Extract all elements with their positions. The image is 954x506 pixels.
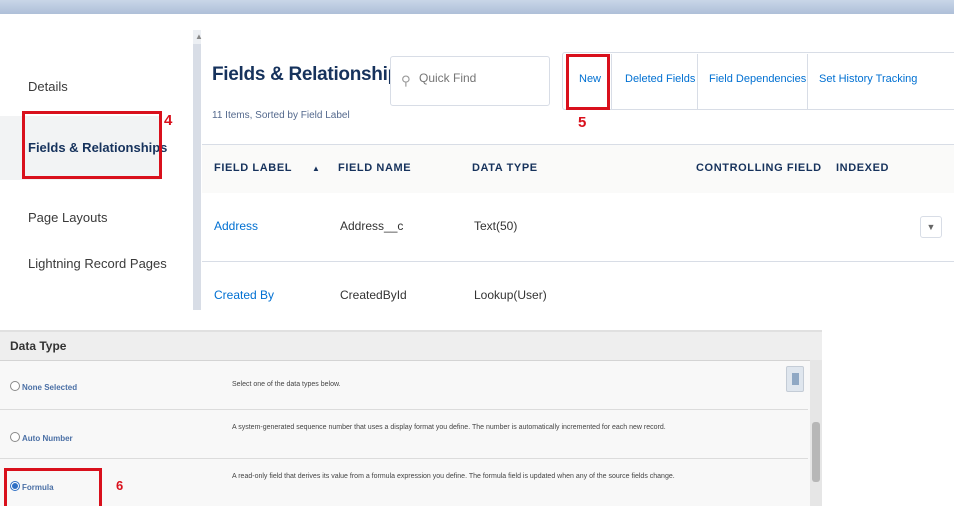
- column-header-indexed[interactable]: INDEXED: [836, 162, 889, 174]
- sidebar-item-page-layouts[interactable]: Page Layouts: [28, 210, 108, 225]
- toolbar-divider: [697, 54, 698, 110]
- scrollbar-thumb[interactable]: [812, 422, 820, 482]
- data-type-option-none[interactable]: None Selected Select one of the data typ…: [0, 361, 808, 410]
- highlight-box-step5: [566, 54, 610, 110]
- data-type-panel: Data Type None Selected Select one of th…: [0, 330, 822, 506]
- column-header-controlling-field[interactable]: CONTROLLING FIELD: [696, 162, 822, 174]
- scroll-up-icon[interactable]: ▲: [195, 32, 203, 41]
- highlight-box-step6: [4, 468, 102, 506]
- deleted-fields-button[interactable]: Deleted Fields: [625, 73, 695, 85]
- option-description: A system-generated sequence number that …: [232, 424, 666, 431]
- sidebar-scrollbar[interactable]: [193, 30, 201, 310]
- data-type-option-auto-number[interactable]: Auto Number A system-generated sequence …: [0, 410, 808, 459]
- field-name-cell: Address__c: [340, 219, 404, 233]
- column-header-field-name[interactable]: FIELD NAME: [338, 162, 411, 174]
- search-icon: ⚲: [401, 73, 411, 88]
- data-type-cell: Text(50): [474, 219, 518, 233]
- option-description: A read-only field that derives its value…: [232, 473, 675, 480]
- option-description: Select one of the data types below.: [232, 381, 341, 388]
- option-none-selected[interactable]: None Selected: [10, 377, 77, 395]
- field-label-link[interactable]: Address: [214, 219, 258, 233]
- data-type-scrollbar[interactable]: [810, 360, 822, 506]
- data-type-title: Data Type: [10, 339, 67, 353]
- sort-ascending-icon[interactable]: ▲: [312, 164, 321, 173]
- data-type-header: Data Type: [0, 332, 822, 361]
- toolbar-divider: [807, 54, 808, 110]
- radio-none-selected[interactable]: [10, 381, 20, 391]
- row-actions-dropdown-icon[interactable]: ▼: [920, 216, 942, 238]
- fields-relationships-panel: Details Fields & Relationships Page Layo…: [0, 14, 954, 310]
- fields-toolbar: New Deleted Fields Field Dependencies Se…: [562, 52, 954, 110]
- toolbar-divider: [611, 54, 612, 110]
- page-title: Fields & Relationships: [212, 64, 410, 85]
- field-dependencies-button[interactable]: Field Dependencies: [709, 73, 806, 85]
- column-header-field-label[interactable]: FIELD LABEL: [214, 162, 292, 174]
- set-history-tracking-button[interactable]: Set History Tracking: [819, 73, 917, 85]
- window-top-strip: [0, 0, 954, 14]
- fields-table-header: FIELD LABEL ▲ FIELD NAME DATA TYPE CONTR…: [202, 144, 954, 194]
- quick-find-input[interactable]: [417, 70, 546, 86]
- quick-find-search[interactable]: ⚲: [390, 56, 550, 106]
- help-side-tab[interactable]: [786, 366, 804, 392]
- sidebar-item-lightning-record-pages[interactable]: Lightning Record Pages: [28, 256, 167, 271]
- items-count-subtitle: 11 Items, Sorted by Field Label: [212, 110, 350, 121]
- sidebar-item-details[interactable]: Details: [28, 79, 68, 94]
- field-label-link[interactable]: Created By: [214, 288, 274, 302]
- highlight-box-step4: [22, 111, 162, 179]
- column-header-data-type[interactable]: DATA TYPE: [472, 162, 538, 174]
- field-name-cell: CreatedById: [340, 288, 407, 302]
- step-number-4: 4: [164, 112, 173, 129]
- option-auto-number[interactable]: Auto Number: [10, 428, 73, 446]
- step-number-5: 5: [578, 114, 587, 131]
- option-label: None Selected: [22, 383, 78, 392]
- table-row: Address Address__c Text(50) ▼: [202, 193, 954, 262]
- table-row: Created By CreatedById Lookup(User): [202, 262, 954, 310]
- data-type-cell: Lookup(User): [474, 288, 547, 302]
- option-label: Auto Number: [22, 434, 73, 443]
- radio-auto-number[interactable]: [10, 432, 20, 442]
- step-number-6: 6: [116, 478, 124, 493]
